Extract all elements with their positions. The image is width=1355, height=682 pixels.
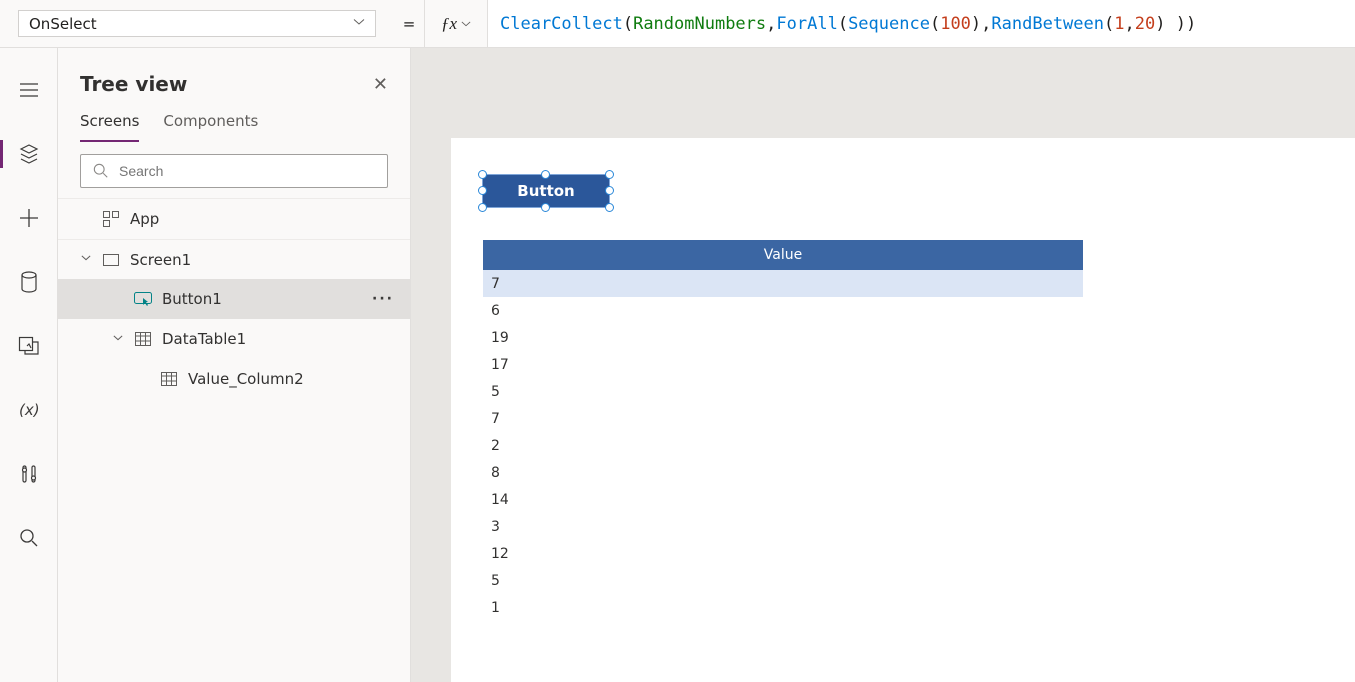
chevron-down-icon bbox=[353, 16, 365, 31]
tab-components[interactable]: Components bbox=[163, 112, 258, 142]
chevron-down-icon bbox=[461, 19, 471, 29]
svg-text:(x): (x) bbox=[19, 401, 40, 419]
datatable-row[interactable]: 14 bbox=[483, 486, 1083, 513]
formula-token: 100 bbox=[940, 14, 971, 34]
datatable-row[interactable]: 7 bbox=[483, 270, 1083, 297]
resize-handle[interactable] bbox=[605, 186, 614, 195]
tree-view-title: Tree view bbox=[80, 72, 187, 96]
formula-bar: OnSelect = ƒx ClearCollect( RandomNumber… bbox=[0, 0, 1355, 48]
fx-icon: ƒx bbox=[441, 14, 457, 34]
datatable-row[interactable]: 7 bbox=[483, 405, 1083, 432]
tree-view-icon[interactable] bbox=[9, 142, 49, 166]
table-icon bbox=[160, 372, 178, 386]
tree-view-panel: Tree view ✕ Screens Components App bbox=[58, 48, 411, 682]
media-icon[interactable] bbox=[9, 334, 49, 358]
left-rail: (x) bbox=[0, 48, 58, 682]
formula-input[interactable]: ClearCollect( RandomNumbers, ForAll( Seq… bbox=[488, 0, 1355, 47]
formula-token: ClearCollect bbox=[500, 14, 623, 34]
tree-item-label: DataTable1 bbox=[162, 330, 394, 348]
search-icon bbox=[93, 163, 109, 179]
formula-token: ( bbox=[930, 14, 940, 34]
formula-token: ) )) bbox=[1155, 14, 1196, 34]
app-icon bbox=[102, 211, 120, 227]
formula-token: RandBetween bbox=[991, 14, 1104, 34]
canvas-button-control[interactable]: Button bbox=[482, 174, 610, 208]
table-icon bbox=[134, 332, 152, 346]
close-icon[interactable]: ✕ bbox=[373, 74, 388, 95]
tree-item-label: App bbox=[130, 210, 394, 228]
insert-icon[interactable] bbox=[9, 206, 49, 230]
resize-handle[interactable] bbox=[478, 203, 487, 212]
datatable-row[interactable]: 6 bbox=[483, 297, 1083, 324]
formula-token: ), bbox=[971, 14, 991, 34]
tree-item-app[interactable]: App bbox=[58, 199, 410, 239]
tree-item-button1[interactable]: Button1 ··· bbox=[58, 279, 410, 319]
datatable-row[interactable]: 2 bbox=[483, 432, 1083, 459]
datatable-row[interactable]: 19 bbox=[483, 324, 1083, 351]
search-box[interactable] bbox=[80, 154, 388, 188]
datatable-row[interactable]: 12 bbox=[483, 540, 1083, 567]
resize-handle[interactable] bbox=[605, 203, 614, 212]
tab-screens[interactable]: Screens bbox=[80, 112, 139, 142]
resize-handle[interactable] bbox=[541, 203, 550, 212]
datatable-row[interactable]: 8 bbox=[483, 459, 1083, 486]
formula-token: RandomNumbers bbox=[633, 14, 766, 34]
chevron-down-icon[interactable] bbox=[80, 253, 92, 266]
formula-token: 20 bbox=[1135, 14, 1155, 34]
datatable-row[interactable]: 1 bbox=[483, 594, 1083, 621]
property-selector[interactable]: OnSelect bbox=[18, 10, 376, 37]
datatable-row[interactable]: 17 bbox=[483, 351, 1083, 378]
search-input[interactable] bbox=[119, 163, 375, 179]
resize-handle[interactable] bbox=[541, 170, 550, 179]
tree-item-label: Button1 bbox=[162, 290, 362, 308]
screen-canvas[interactable]: Button Value 76191757281431251 bbox=[451, 138, 1355, 682]
screen-icon bbox=[102, 254, 120, 266]
resize-handle[interactable] bbox=[478, 170, 487, 179]
tree-item-datatable1[interactable]: DataTable1 bbox=[58, 319, 410, 359]
resize-handle[interactable] bbox=[605, 170, 614, 179]
tools-icon[interactable] bbox=[9, 462, 49, 486]
tree-item-label: Screen1 bbox=[130, 251, 394, 269]
button-icon bbox=[134, 292, 152, 306]
datatable-header: Value bbox=[483, 240, 1083, 270]
search-icon[interactable] bbox=[9, 526, 49, 550]
fx-button[interactable]: ƒx bbox=[424, 0, 488, 47]
resize-handle[interactable] bbox=[478, 186, 487, 195]
hamburger-icon[interactable] bbox=[9, 78, 49, 102]
formula-token: 1 bbox=[1114, 14, 1124, 34]
formula-token: Sequence bbox=[848, 14, 930, 34]
property-selector-value: OnSelect bbox=[29, 15, 97, 33]
formula-token: ( bbox=[1104, 14, 1114, 34]
canvas-button-label: Button bbox=[517, 182, 574, 200]
main-area: (x) Tree view ✕ Screens Components bbox=[0, 48, 1355, 682]
more-icon[interactable]: ··· bbox=[372, 291, 394, 307]
tree-list: App Screen1 Button1 ··· bbox=[58, 198, 410, 682]
tree-item-label: Value_Column2 bbox=[188, 370, 394, 388]
formula-token: ( bbox=[623, 14, 633, 34]
equals-label: = bbox=[394, 0, 424, 47]
canvas-area: Button Value 76191757281431251 bbox=[411, 48, 1355, 682]
datatable-row[interactable]: 5 bbox=[483, 378, 1083, 405]
tree-item-valuecolumn[interactable]: Value_Column2 bbox=[58, 359, 410, 399]
data-icon[interactable] bbox=[9, 270, 49, 294]
datatable-row[interactable]: 5 bbox=[483, 567, 1083, 594]
formula-token: , bbox=[1125, 14, 1135, 34]
variables-icon[interactable]: (x) bbox=[9, 398, 49, 422]
chevron-down-icon[interactable] bbox=[112, 333, 124, 346]
formula-token: ForAll bbox=[776, 14, 837, 34]
tree-item-screen1[interactable]: Screen1 bbox=[58, 239, 410, 279]
canvas-datatable-control[interactable]: Value 76191757281431251 bbox=[483, 240, 1083, 621]
formula-token: ( bbox=[838, 14, 848, 34]
formula-token: , bbox=[766, 14, 776, 34]
datatable-row[interactable]: 3 bbox=[483, 513, 1083, 540]
